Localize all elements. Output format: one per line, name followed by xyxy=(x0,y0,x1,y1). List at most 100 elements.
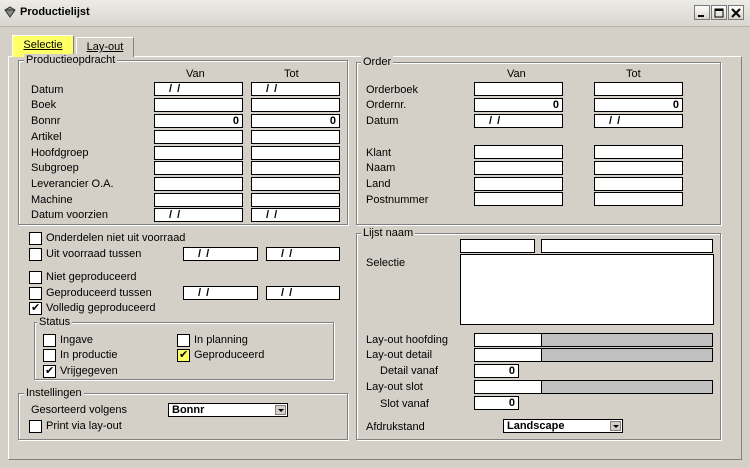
artikel-van-field[interactable] xyxy=(154,130,243,144)
slot-vanaf-label: Slot vanaf xyxy=(380,398,429,410)
gesorteerd-label: Gesorteerd volgens xyxy=(31,404,127,416)
datum-voorzien-label: Datum voorzien xyxy=(31,209,109,221)
layout-detail-description xyxy=(541,348,713,362)
gesorteerd-dropdown[interactable]: Bonnr xyxy=(168,403,288,417)
geproduceerd-tussen-checkbox[interactable] xyxy=(29,287,42,300)
uit-voorraad-checkbox[interactable] xyxy=(29,248,42,261)
ingave-checkbox[interactable] xyxy=(43,334,56,347)
naam-van-field[interactable] xyxy=(474,161,563,175)
klant-van-field[interactable] xyxy=(474,145,563,159)
machine-label: Machine xyxy=(31,194,73,206)
uit-voorraad-label: Uit voorraad tussen xyxy=(46,248,142,260)
print-layout-checkbox[interactable] xyxy=(29,420,42,433)
geproduceerd-tot-field[interactable]: / / xyxy=(266,286,340,300)
datum-voorzien-tot-field[interactable]: / / xyxy=(251,208,340,222)
order-legend: Order xyxy=(361,56,394,69)
bonnr-label: Bonnr xyxy=(31,115,61,127)
datum-voorzien-van-field[interactable]: / / xyxy=(154,208,243,222)
leverancier-tot-field[interactable] xyxy=(251,177,340,191)
subgroep-van-field[interactable] xyxy=(154,161,243,175)
land-label: Land xyxy=(366,178,391,190)
print-layout-label: Print via lay-out xyxy=(46,420,122,432)
datum-van-field[interactable]: / / xyxy=(154,82,243,96)
bonnr-tot-field[interactable]: 0 xyxy=(251,114,340,128)
close-icon xyxy=(731,8,741,18)
machine-van-field[interactable] xyxy=(154,193,243,207)
ordernr-tot-field[interactable]: 0 xyxy=(594,98,683,112)
land-van-field[interactable] xyxy=(474,177,563,191)
minimize-button[interactable] xyxy=(694,5,710,20)
volledig-geproduceerd-checkbox[interactable] xyxy=(29,301,42,315)
in-planning-label: In planning xyxy=(194,334,248,346)
in-productie-checkbox[interactable] xyxy=(43,349,56,362)
in-planning-checkbox[interactable] xyxy=(177,334,190,347)
orderboek-tot-field[interactable] xyxy=(594,82,683,96)
hoofdgroep-label: Hoofdgroep xyxy=(31,147,89,159)
slot-vanaf-field[interactable]: 0 xyxy=(474,396,519,410)
boek-tot-field[interactable] xyxy=(251,98,340,112)
in-productie-label: In productie xyxy=(60,349,118,361)
order-datum-van-field[interactable]: / / xyxy=(474,114,563,128)
selectie-label: Selectie xyxy=(366,257,406,269)
geproduceerd-tussen-label: Geproduceerd tussen xyxy=(46,287,152,299)
order-col-tot-label: Tot xyxy=(626,68,641,80)
detail-vanaf-field[interactable]: 0 xyxy=(474,364,519,378)
niet-geproduceerd-label: Niet geproduceerd xyxy=(46,271,137,283)
postnummer-van-field[interactable] xyxy=(474,192,563,206)
bonnr-van-field[interactable]: 0 xyxy=(154,114,243,128)
afdrukstand-dropdown[interactable]: Landscape xyxy=(503,419,623,433)
app-icon xyxy=(4,6,16,18)
maximize-icon xyxy=(714,8,724,18)
tab-layout-label: Lay-out xyxy=(86,41,124,53)
postnummer-label: Postnummer xyxy=(366,194,429,206)
onderdelen-label: Onderdelen niet uit voorraad xyxy=(46,232,186,244)
layout-hoofding-field[interactable] xyxy=(474,333,542,347)
ordernr-label: Ordernr. xyxy=(366,99,407,111)
uit-voorraad-van-field[interactable]: / / xyxy=(183,247,258,261)
order-datum-label: Datum xyxy=(366,115,399,127)
layout-slot-field[interactable] xyxy=(474,380,542,394)
layout-slot-description xyxy=(541,380,713,394)
selectie-textarea[interactable] xyxy=(460,254,714,325)
maximize-button[interactable] xyxy=(711,5,727,20)
geproduceerd-checkbox[interactable] xyxy=(177,348,190,362)
artikel-tot-field[interactable] xyxy=(251,130,340,144)
geproduceerd-van-field[interactable]: / / xyxy=(183,286,258,300)
afdrukstand-label: Afdrukstand xyxy=(366,421,425,433)
order-col-van-label: Van xyxy=(507,68,526,80)
chevron-down-icon[interactable] xyxy=(275,405,286,415)
leverancier-label: Leverancier O.A. xyxy=(31,178,114,190)
klant-tot-field[interactable] xyxy=(594,145,683,159)
close-button[interactable] xyxy=(728,5,744,20)
volledig-geproduceerd-label: Volledig geproduceerd xyxy=(46,302,156,314)
leverancier-van-field[interactable] xyxy=(154,177,243,191)
geproduceerd-label: Geproduceerd xyxy=(194,349,265,361)
land-tot-field[interactable] xyxy=(594,177,683,191)
uit-voorraad-tot-field[interactable]: / / xyxy=(266,247,340,261)
ordernr-van-field[interactable]: 0 xyxy=(474,98,563,112)
lijst-naam-field[interactable] xyxy=(541,239,713,253)
datum-label: Datum xyxy=(31,84,64,96)
afdrukstand-value: Landscape xyxy=(507,420,565,432)
naam-label: Naam xyxy=(366,162,396,174)
layout-detail-label: Lay-out detail xyxy=(366,349,433,361)
window-title: Productielijst xyxy=(20,6,90,18)
chevron-down-icon[interactable] xyxy=(610,421,621,431)
datum-tot-field[interactable]: / / xyxy=(251,82,340,96)
naam-tot-field[interactable] xyxy=(594,161,683,175)
orderboek-van-field[interactable] xyxy=(474,82,563,96)
onderdelen-checkbox[interactable] xyxy=(29,232,42,245)
subgroep-tot-field[interactable] xyxy=(251,161,340,175)
lijst-code-field[interactable] xyxy=(460,239,535,253)
hoofdgroep-tot-field[interactable] xyxy=(251,146,340,160)
boek-van-field[interactable] xyxy=(154,98,243,112)
hoofdgroep-van-field[interactable] xyxy=(154,146,243,160)
gesorteerd-value: Bonnr xyxy=(172,404,205,416)
klant-label: Klant xyxy=(366,147,392,159)
niet-geproduceerd-checkbox[interactable] xyxy=(29,271,42,284)
vrijgegeven-checkbox[interactable] xyxy=(43,364,56,378)
machine-tot-field[interactable] xyxy=(251,193,340,207)
layout-detail-field[interactable] xyxy=(474,348,542,362)
order-datum-tot-field[interactable]: / / xyxy=(594,114,683,128)
postnummer-tot-field[interactable] xyxy=(594,192,683,206)
